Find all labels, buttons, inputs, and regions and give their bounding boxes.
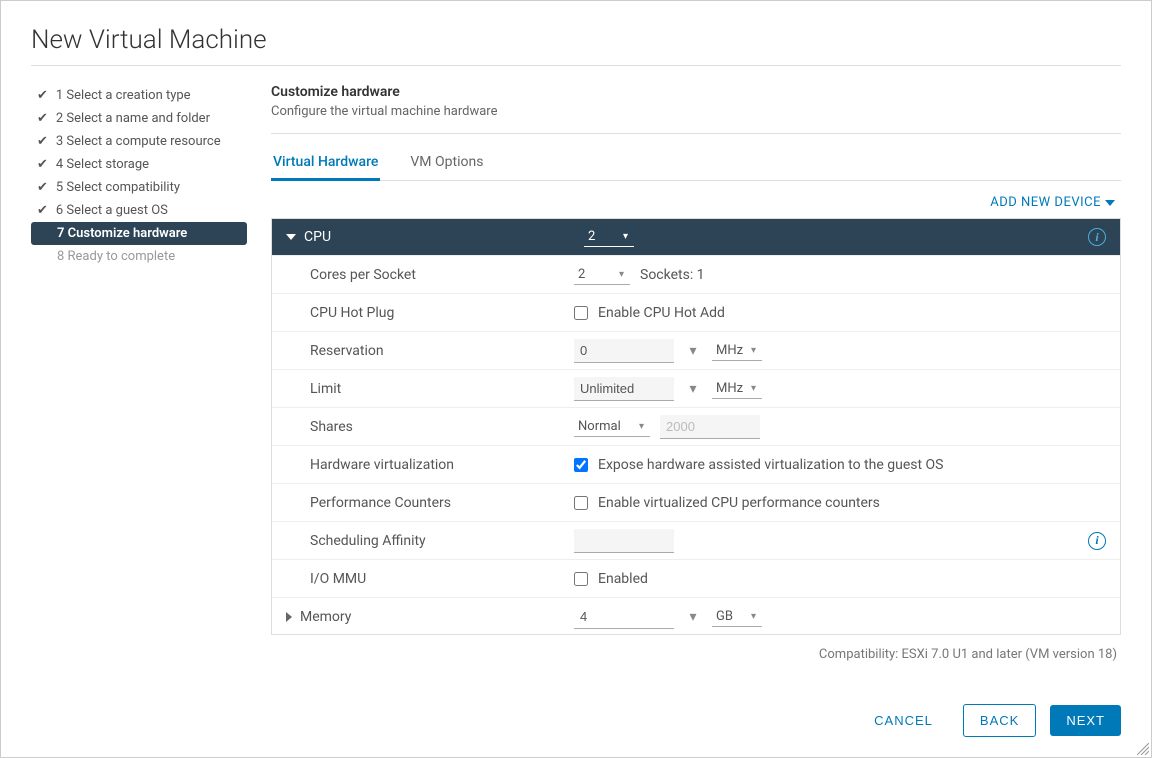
step-customize-hardware[interactable]: ✔ 7 Customize hardware	[31, 222, 247, 245]
sockets-text: Sockets: 1	[640, 267, 705, 283]
chevron-down-icon: ▾	[639, 421, 644, 432]
scheduling-affinity-input[interactable]	[574, 529, 674, 553]
step-compute-resource[interactable]: ✔ 3 Select a compute resource	[31, 130, 247, 153]
row-label: Reservation	[310, 343, 574, 359]
hw-virtualization-row: Hardware virtualization Expose hardware …	[272, 445, 1120, 483]
next-button[interactable]: NEXT	[1050, 705, 1121, 736]
hardware-grid[interactable]: CPU 2 ▾ i Cores per Socket 2	[271, 218, 1121, 635]
resize-handle-icon[interactable]	[1137, 743, 1149, 755]
step-creation-type[interactable]: ✔ 1 Select a creation type	[31, 84, 247, 107]
section-title: Customize hardware	[271, 84, 1121, 100]
cpu-count-select[interactable]: 2 ▾	[584, 227, 634, 247]
wizard-steps: ✔ 1 Select a creation type ✔ 2 Select a …	[31, 84, 247, 737]
chevron-down-icon: ▾	[751, 345, 756, 356]
step-label: 6 Select a guest OS	[56, 203, 168, 218]
row-label: CPU Hot Plug	[310, 305, 574, 321]
cpu-header-label: CPU	[304, 229, 331, 245]
cpu-hot-plug-row: CPU Hot Plug Enable CPU Hot Add	[272, 293, 1120, 331]
step-name-folder[interactable]: ✔ 2 Select a name and folder	[31, 107, 247, 130]
limit-unit-select[interactable]: MHz ▾	[712, 379, 762, 399]
checkbox-label: Enable CPU Hot Add	[598, 305, 725, 321]
tab-vm-options[interactable]: VM Options	[408, 146, 485, 181]
row-label: Scheduling Affinity	[310, 533, 574, 549]
hw-virtualization-checkbox[interactable]	[574, 458, 588, 472]
content-pane: Customize hardware Configure the virtual…	[271, 84, 1121, 737]
checkbox-label: Enable virtualized CPU performance count…	[598, 495, 880, 511]
step-guest-os[interactable]: ✔ 6 Select a guest OS	[31, 199, 247, 222]
step-label: 8 Ready to complete	[57, 249, 175, 264]
chevron-right-icon	[286, 612, 292, 622]
row-label: Performance Counters	[310, 495, 574, 511]
dialog-title: New Virtual Machine	[31, 25, 1121, 55]
reservation-unit-select[interactable]: MHz ▾	[712, 341, 762, 361]
back-button[interactable]: BACK	[963, 704, 1036, 737]
cancel-button[interactable]: CANCEL	[858, 705, 949, 736]
row-label: I/O MMU	[310, 571, 574, 587]
chevron-down-icon: ▾	[751, 611, 756, 622]
row-label: Hardware virtualization	[310, 457, 574, 473]
step-storage[interactable]: ✔ 4 Select storage	[31, 153, 247, 176]
step-label: 3 Select a compute resource	[56, 134, 221, 149]
cpu-hot-add-checkbox[interactable]	[574, 306, 588, 320]
info-icon[interactable]: i	[1088, 532, 1106, 550]
divider	[31, 65, 1121, 66]
io-mmu-checkbox[interactable]	[574, 572, 588, 586]
step-ready-complete: ✔ 8 Ready to complete	[31, 245, 247, 268]
cores-per-socket-row: Cores per Socket 2 ▾ Sockets: 1	[272, 255, 1120, 293]
tab-virtual-hardware[interactable]: Virtual Hardware	[271, 146, 380, 181]
step-label: 5 Select compatibility	[56, 180, 180, 195]
step-compatibility[interactable]: ✔ 5 Select compatibility	[31, 176, 247, 199]
cores-per-socket-select[interactable]: 2 ▾	[574, 265, 630, 285]
compatibility-text: Compatibility: ESXi 7.0 U1 and later (VM…	[271, 635, 1121, 674]
chevron-down-icon: ▾	[623, 231, 628, 242]
button-bar: CANCEL BACK NEXT	[271, 674, 1121, 737]
add-device-label: ADD NEW DEVICE	[990, 195, 1101, 210]
checkbox-label: Expose hardware assisted virtualization …	[598, 457, 943, 473]
reservation-row: Reservation ▾ MHz ▾	[272, 331, 1120, 369]
chevron-down-icon[interactable]: ▾	[689, 609, 696, 625]
check-icon: ✔	[37, 203, 48, 218]
check-icon: ✔	[37, 157, 48, 172]
chevron-down-icon	[1105, 200, 1115, 206]
performance-counters-row: Performance Counters Enable virtualized …	[272, 483, 1120, 521]
shares-value-input[interactable]	[660, 415, 760, 439]
step-label: 7 Customize hardware	[57, 226, 187, 241]
step-label: 2 Select a name and folder	[56, 111, 210, 126]
limit-row: Limit ▾ MHz ▾	[272, 369, 1120, 407]
chevron-down-icon	[286, 234, 296, 240]
chevron-down-icon[interactable]: ▾	[689, 343, 696, 359]
shares-row: Shares Normal ▾	[272, 407, 1120, 445]
chevron-down-icon: ▾	[751, 383, 756, 394]
row-label: Cores per Socket	[310, 267, 574, 283]
limit-input[interactable]	[574, 377, 674, 401]
check-icon: ✔	[37, 134, 48, 149]
row-label: Shares	[310, 419, 574, 435]
new-vm-dialog: New Virtual Machine ✔ 1 Select a creatio…	[1, 1, 1151, 757]
add-new-device-button[interactable]: ADD NEW DEVICE	[990, 195, 1115, 210]
shares-select[interactable]: Normal ▾	[574, 417, 650, 437]
memory-section-header[interactable]: Memory ▾ GB ▾	[272, 597, 1120, 635]
step-label: 4 Select storage	[56, 157, 149, 172]
scheduling-affinity-row: Scheduling Affinity i	[272, 521, 1120, 559]
cpu-section-header[interactable]: CPU 2 ▾ i	[272, 219, 1120, 255]
checkbox-label: Enabled	[598, 571, 648, 587]
divider	[271, 133, 1121, 134]
memory-header-label: Memory	[300, 609, 351, 625]
chevron-down-icon[interactable]: ▾	[689, 381, 696, 397]
check-icon: ✔	[37, 88, 48, 103]
check-icon: ✔	[37, 111, 48, 126]
tabs: Virtual Hardware VM Options	[271, 146, 1121, 181]
check-icon: ✔	[37, 180, 48, 195]
section-subtitle: Configure the virtual machine hardware	[271, 104, 1121, 119]
reservation-input[interactable]	[574, 339, 674, 363]
row-label: Limit	[310, 381, 574, 397]
step-label: 1 Select a creation type	[56, 88, 191, 103]
performance-counters-checkbox[interactable]	[574, 496, 588, 510]
chevron-down-icon: ▾	[619, 269, 624, 280]
info-icon[interactable]: i	[1088, 228, 1106, 246]
memory-value-input[interactable]	[574, 605, 674, 629]
memory-unit-select[interactable]: GB ▾	[712, 607, 762, 627]
io-mmu-row: I/O MMU Enabled	[272, 559, 1120, 597]
